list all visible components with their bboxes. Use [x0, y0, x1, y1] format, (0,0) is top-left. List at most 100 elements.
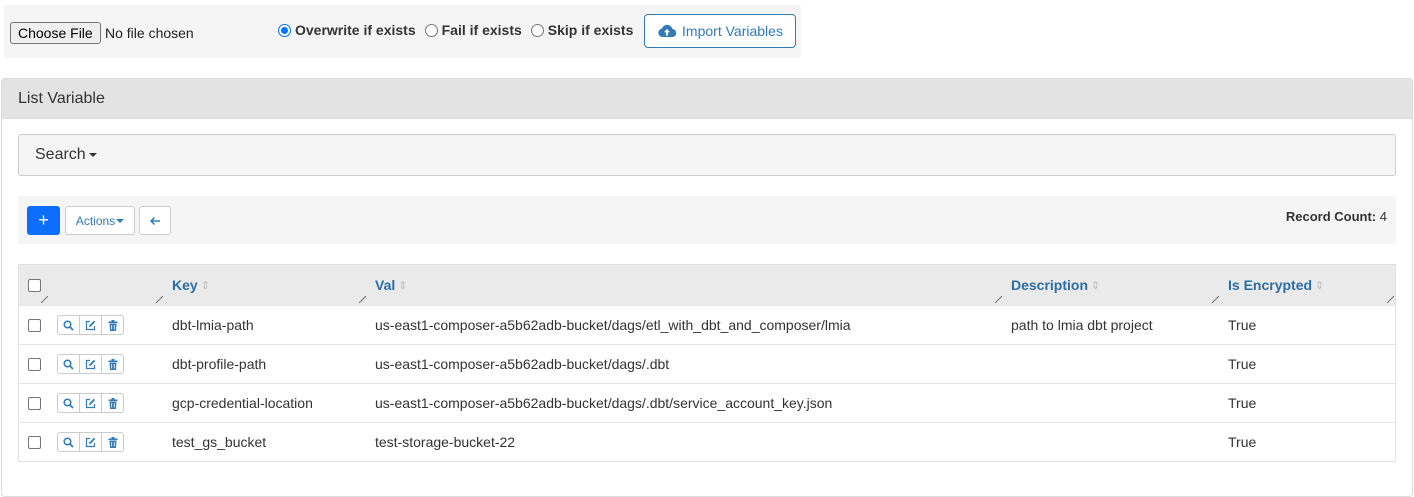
sort-icon: ⇕	[398, 279, 408, 292]
cell-val: us-east1-composer-a5b62adb-bucket/dags/e…	[375, 317, 851, 333]
row-actions	[57, 354, 124, 374]
cell-is-encrypted: True	[1228, 395, 1257, 411]
table-row: dbt-profile-path us-east1-composer-a5b62…	[19, 344, 1395, 383]
delete-record-button[interactable]	[101, 354, 124, 374]
search-toggle[interactable]: Search	[18, 134, 1396, 176]
table-row: test_gs_bucket test-storage-bucket-22 Tr…	[19, 422, 1395, 461]
import-variables-button[interactable]: Import Variables	[644, 14, 796, 48]
row-checkbox[interactable]	[28, 357, 41, 371]
cell-is-encrypted: True	[1228, 356, 1257, 372]
trash-icon	[108, 319, 117, 331]
row-checkbox[interactable]	[28, 318, 41, 332]
table-header: Key ⇕ Val ⇕ Description ⇕ Is Encrypted ⇕	[19, 265, 1395, 305]
back-button[interactable]	[139, 206, 171, 235]
table-row: dbt-lmia-path us-east1-composer-a5b62adb…	[19, 305, 1395, 344]
actions-label: Actions	[75, 213, 116, 228]
cell-val: test-storage-bucket-22	[375, 434, 516, 450]
toolbar: + Actions Record Count: 4	[18, 196, 1396, 244]
row-actions	[57, 315, 124, 335]
search-icon	[63, 319, 74, 331]
search-label: Search	[35, 146, 86, 163]
delete-record-button[interactable]	[101, 393, 124, 413]
add-record-button[interactable]: +	[27, 206, 60, 235]
radio-button-fail[interactable]	[424, 23, 438, 37]
import-bar: Choose File No file chosen Overwrite if …	[4, 5, 801, 58]
actions-dropdown[interactable]: Actions	[65, 206, 135, 235]
cell-is-encrypted: True	[1228, 434, 1257, 450]
column-header-key[interactable]: Key ⇕	[172, 265, 210, 305]
file-status: No file chosen	[105, 25, 194, 41]
select-all-cell	[28, 265, 41, 305]
variables-table: Key⇕ Val⇕ Description⇕ Is Encrypted⇕	[18, 264, 1396, 462]
radio-label-overwrite: Overwrite if exists	[295, 22, 416, 38]
cell-description: path to lmia dbt project	[1011, 317, 1153, 333]
radio-skip[interactable]: Skip if exists	[530, 22, 634, 38]
column-resize-handle[interactable]	[41, 296, 48, 303]
cell-key: dbt-profile-path	[172, 356, 267, 372]
row-checkbox[interactable]	[28, 435, 41, 449]
arrow-left-icon	[149, 216, 160, 225]
import-variables-label: Import Variables	[682, 23, 783, 39]
column-resize-handle[interactable]	[156, 296, 163, 303]
view-record-button[interactable]	[57, 432, 80, 452]
cell-val: us-east1-composer-a5b62adb-bucket/dags/.…	[375, 356, 670, 372]
trash-icon	[108, 436, 117, 448]
radio-fail[interactable]: Fail if exists	[424, 22, 522, 38]
trash-icon	[108, 397, 117, 409]
choose-file-button[interactable]: Choose File	[10, 22, 101, 44]
row-checkbox[interactable]	[28, 396, 41, 410]
import-mode-radio-group: Overwrite if exists Fail if exists Skip …	[278, 22, 642, 38]
column-header-is-encrypted-label: Is Encrypted	[1228, 277, 1313, 293]
cloud-upload-icon	[658, 24, 677, 38]
edit-icon	[85, 320, 96, 330]
cell-key: dbt-lmia-path	[172, 317, 254, 333]
radio-overwrite[interactable]: Overwrite if exists	[278, 22, 416, 38]
column-resize-handle[interactable]	[359, 296, 366, 303]
record-count-label: Record Count:	[1285, 209, 1377, 224]
column-header-is-encrypted[interactable]: Is Encrypted ⇕	[1228, 265, 1324, 305]
row-actions	[57, 393, 124, 413]
column-resize-handle[interactable]	[995, 296, 1002, 303]
record-count: Record Count: 4	[1286, 209, 1387, 224]
edit-record-button[interactable]	[79, 432, 102, 452]
column-header-val[interactable]: Val ⇕	[375, 265, 407, 305]
view-record-button[interactable]	[57, 393, 80, 413]
search-icon	[63, 397, 74, 409]
select-all-checkbox[interactable]	[28, 278, 41, 292]
sort-icon: ⇕	[200, 279, 210, 292]
table-row: gcp-credential-location us-east1-compose…	[19, 383, 1395, 422]
column-header-description-label: Description	[1011, 277, 1089, 293]
list-variable-panel: List Variable Search + Actions Record Co…	[1, 78, 1413, 497]
radio-button-skip[interactable]	[530, 23, 544, 37]
delete-record-button[interactable]	[101, 432, 124, 452]
edit-record-button[interactable]	[79, 315, 102, 335]
radio-button-overwrite[interactable]	[278, 23, 291, 37]
delete-record-button[interactable]	[101, 315, 124, 335]
radio-label-fail: Fail if exists	[441, 22, 522, 38]
column-header-val-label: Val	[375, 277, 396, 293]
edit-record-button[interactable]	[79, 393, 102, 413]
edit-record-button[interactable]	[79, 354, 102, 374]
trash-icon	[108, 358, 117, 370]
record-count-value: 4	[1379, 209, 1387, 224]
chevron-down-icon	[116, 218, 125, 223]
sort-icon: ⇕	[1315, 279, 1325, 292]
chevron-down-icon	[88, 152, 97, 157]
edit-icon	[85, 359, 96, 369]
radio-label-skip: Skip if exists	[547, 22, 634, 38]
cell-is-encrypted: True	[1228, 317, 1257, 333]
cell-key: test_gs_bucket	[172, 434, 267, 450]
cell-val: us-east1-composer-a5b62adb-bucket/dags/.…	[375, 395, 833, 411]
view-record-button[interactable]	[57, 354, 80, 374]
panel-title: List Variable	[2, 79, 1412, 119]
edit-icon	[85, 437, 96, 447]
view-record-button[interactable]	[57, 315, 80, 335]
sort-icon: ⇕	[1091, 279, 1101, 292]
search-icon	[63, 436, 74, 448]
column-resize-handle[interactable]	[1387, 296, 1394, 303]
search-icon	[63, 358, 74, 370]
column-header-description[interactable]: Description ⇕	[1011, 265, 1100, 305]
column-resize-handle[interactable]	[1212, 296, 1219, 303]
column-header-key-label: Key	[172, 277, 198, 293]
row-actions	[57, 432, 124, 452]
